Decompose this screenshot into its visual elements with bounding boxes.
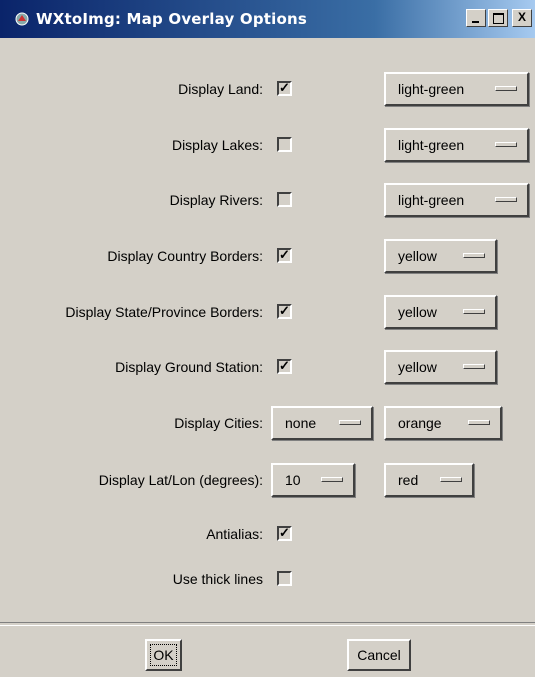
lakes-color-value: light-green <box>398 137 465 153</box>
checkbox-display-state-borders[interactable]: ✓ <box>277 304 292 319</box>
label-display-cities: Display Cities: <box>174 415 263 431</box>
dropdown-indicator-icon <box>321 477 343 482</box>
ground-station-color-menu[interactable]: yellow <box>384 350 497 384</box>
lat-lon-color-value: red <box>398 472 419 488</box>
rivers-color-menu[interactable]: light-green <box>384 183 529 217</box>
button-separator <box>0 622 535 626</box>
state-borders-color-menu[interactable]: yellow <box>384 295 497 329</box>
cities-color-value: orange <box>398 415 442 431</box>
lakes-color-menu[interactable]: light-green <box>384 128 529 162</box>
label-display-state-borders: Display State/Province Borders: <box>65 304 263 320</box>
dropdown-indicator-icon <box>468 420 490 425</box>
cities-size-value: none <box>285 415 317 431</box>
ok-button[interactable]: OK <box>145 639 182 671</box>
dropdown-indicator-icon <box>495 197 517 202</box>
lat-lon-degrees-menu[interactable]: 10 <box>271 463 355 497</box>
checkbox-display-rivers[interactable] <box>277 192 292 207</box>
checkbox-display-ground-station[interactable]: ✓ <box>277 359 292 374</box>
dropdown-indicator-icon <box>463 253 485 258</box>
app-icon <box>15 12 29 26</box>
label-display-land: Display Land: <box>178 81 263 97</box>
cancel-button[interactable]: Cancel <box>347 639 411 671</box>
maximize-button[interactable] <box>488 9 508 27</box>
label-antialias: Antialias: <box>206 526 263 542</box>
dropdown-indicator-icon <box>463 309 485 314</box>
dropdown-indicator-icon <box>495 142 517 147</box>
cities-size-menu[interactable]: none <box>271 406 373 440</box>
checkbox-display-country-borders[interactable]: ✓ <box>277 248 292 263</box>
dropdown-indicator-icon <box>495 86 517 91</box>
dropdown-indicator-icon <box>463 364 485 369</box>
close-button[interactable]: X <box>512 9 532 27</box>
checkbox-display-lakes[interactable] <box>277 137 292 152</box>
label-display-rivers: Display Rivers: <box>169 192 263 208</box>
checkbox-antialias[interactable]: ✓ <box>277 526 292 541</box>
label-display-country-borders: Display Country Borders: <box>107 248 263 264</box>
minimize-button[interactable] <box>466 9 486 27</box>
checkbox-display-land[interactable]: ✓ <box>277 81 292 96</box>
label-display-lakes: Display Lakes: <box>171 137 263 153</box>
label-display-lat-lon: Display Lat/Lon (degrees): <box>98 472 263 488</box>
rivers-color-value: light-green <box>398 192 465 208</box>
lat-lon-degrees-value: 10 <box>285 472 301 488</box>
dropdown-indicator-icon <box>339 420 361 425</box>
checkbox-use-thick-lines[interactable] <box>277 571 292 586</box>
land-color-menu[interactable]: light-green <box>384 72 529 106</box>
state-borders-color-value: yellow <box>398 304 437 320</box>
ground-station-color-value: yellow <box>398 359 437 375</box>
label-display-ground-station: Display Ground Station: <box>115 359 263 375</box>
label-use-thick-lines: Use thick lines <box>172 571 263 587</box>
dropdown-indicator-icon <box>440 477 462 482</box>
country-borders-color-value: yellow <box>398 248 437 264</box>
lat-lon-color-menu[interactable]: red <box>384 463 474 497</box>
cities-color-menu[interactable]: orange <box>384 406 502 440</box>
land-color-value: light-green <box>398 81 465 97</box>
window-title: WXtoImg: Map Overlay Options <box>36 10 307 28</box>
country-borders-color-menu[interactable]: yellow <box>384 239 497 273</box>
title-bar[interactable]: WXtoImg: Map Overlay Options X <box>0 0 535 38</box>
